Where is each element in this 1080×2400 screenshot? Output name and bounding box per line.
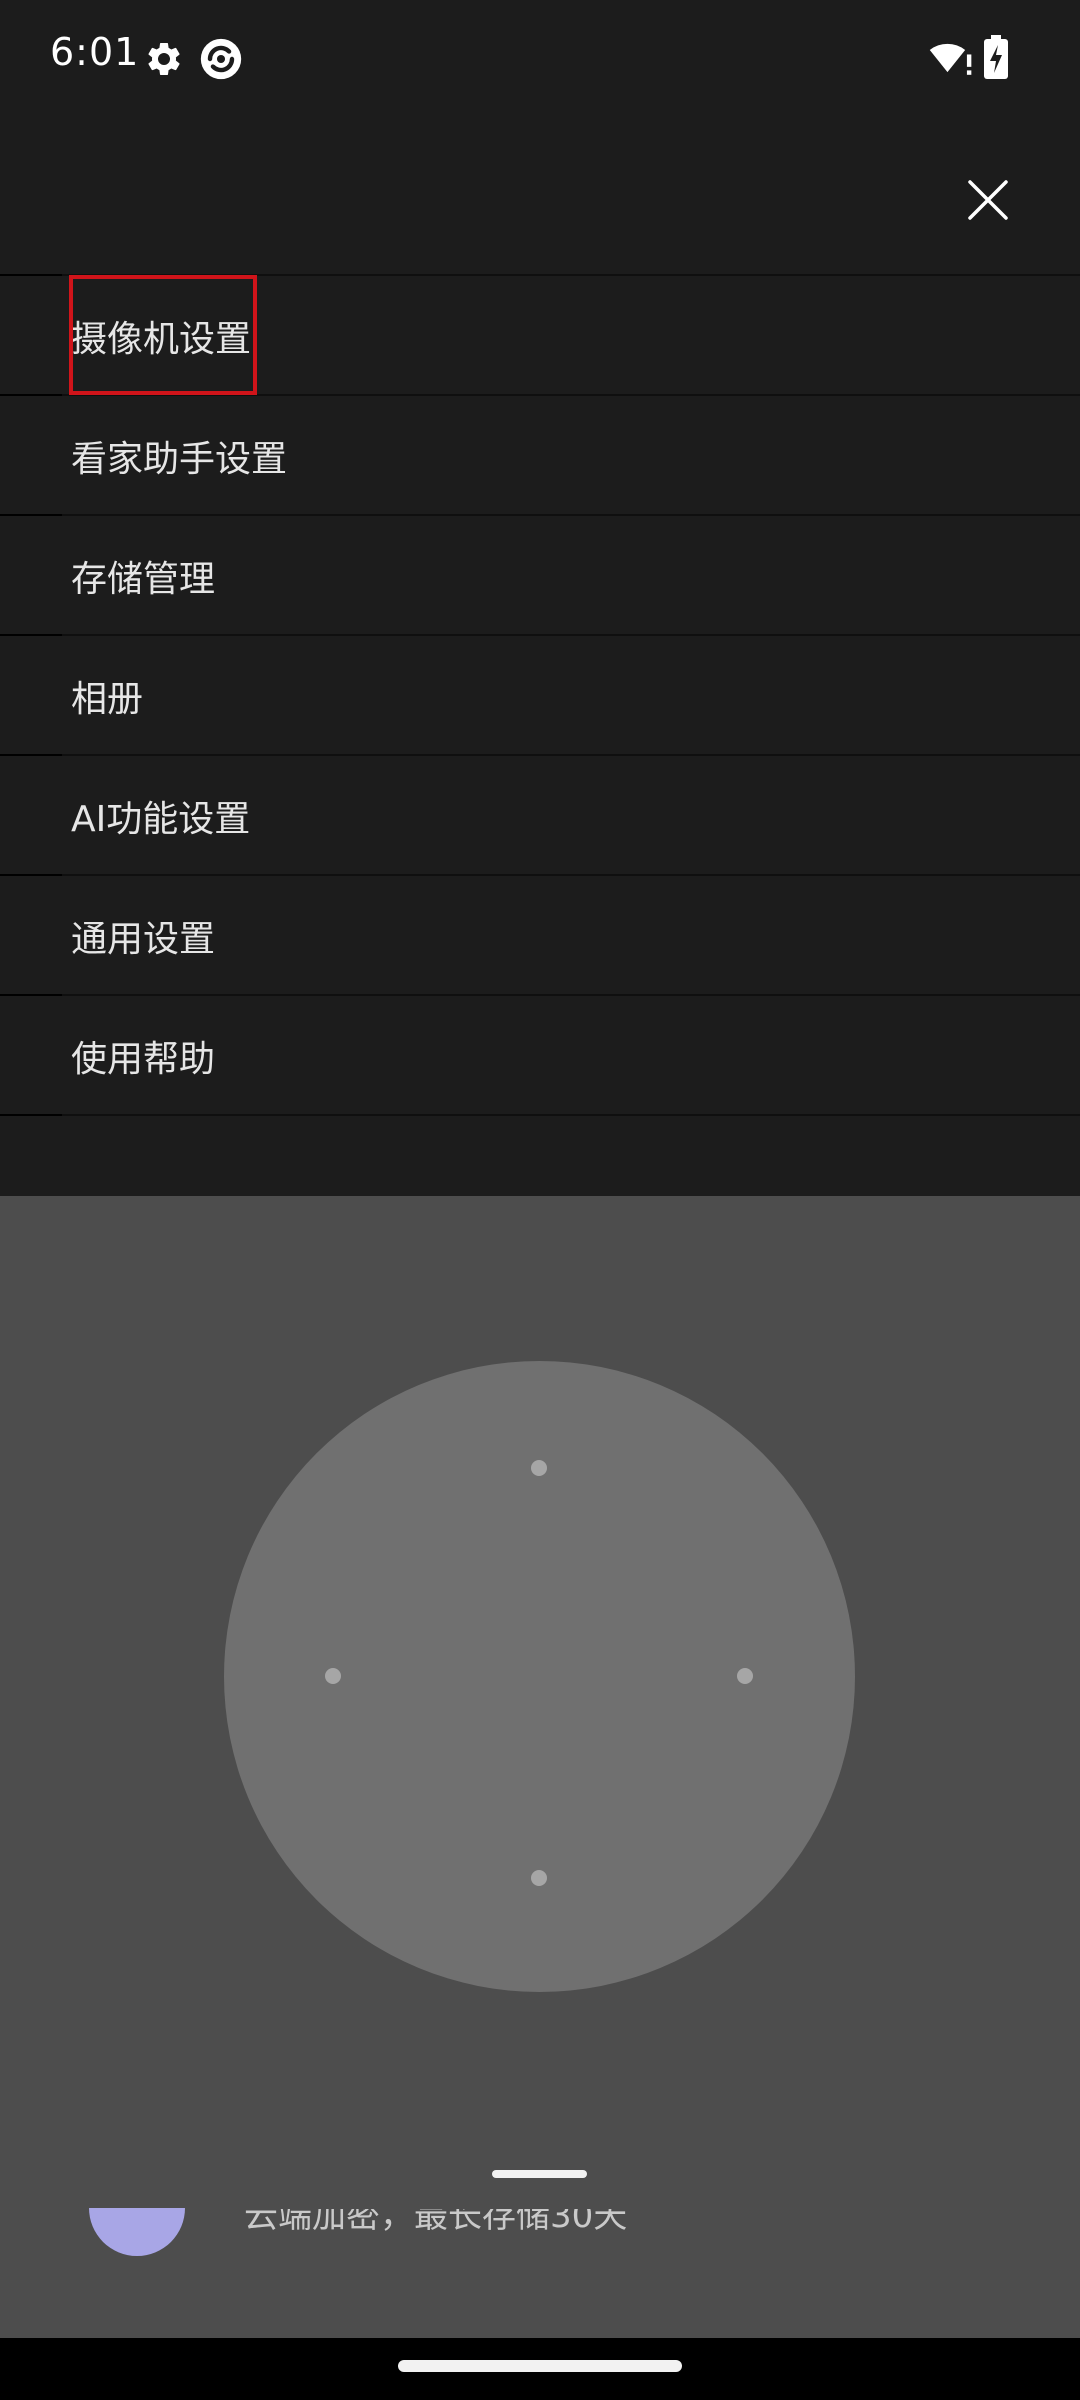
menu-item-ai-settings[interactable]: AI功能设置 [0,754,1080,874]
cloud-storage-label: 云端加密，最长存储30天 [244,2209,628,2236]
divider [0,994,62,996]
settings-menu: 摄像机设置 看家助手设置 存储管理 相册 AI功能设置 通用设置 使用帮助 [0,120,1080,1196]
menu-item-label: 通用设置 [71,919,216,960]
ptz-joystick[interactable] [224,1361,855,1992]
menu-item-label: 使用帮助 [71,1039,216,1080]
menu-item-storage-management[interactable]: 存储管理 [0,514,1080,634]
menu-item-label: 摄像机设置 [71,319,252,360]
menu-item-album[interactable]: 相册 [0,634,1080,754]
divider [0,514,62,516]
menu-list: 摄像机设置 看家助手设置 存储管理 相册 AI功能设置 通用设置 使用帮助 [0,274,1080,1116]
status-time: 6:01 [50,30,140,74]
menu-item-label: 相册 [71,679,144,720]
divider [0,1114,1080,1116]
sheet-drag-handle[interactable] [492,2170,587,2178]
menu-item-label: 存储管理 [71,559,216,600]
joystick-down-dot[interactable] [531,1870,547,1886]
menu-item-camera-settings[interactable]: 摄像机设置 [0,274,1080,394]
divider [0,274,62,276]
home-gesture-pill[interactable] [398,2360,682,2372]
divider [0,394,62,396]
divider [0,634,62,636]
joystick-right-dot[interactable] [737,1668,753,1684]
menu-item-help[interactable]: 使用帮助 [0,994,1080,1114]
battery-charging-icon [984,35,1008,79]
navigation-bar [0,2338,1080,2400]
divider [0,1114,62,1116]
cloud-service-icon [89,2208,185,2256]
divider [0,874,62,876]
gear-icon [148,42,180,75]
menu-item-general-settings[interactable]: 通用设置 [0,874,1080,994]
joystick-left-dot[interactable] [325,1668,341,1684]
close-icon[interactable] [958,170,1018,230]
wifi-alert-icon [929,43,972,75]
divider [0,754,62,756]
menu-item-label: 看家助手设置 [71,439,288,480]
status-bar: 6:01 [0,0,1080,120]
menu-item-home-guard-settings[interactable]: 看家助手设置 [0,394,1080,514]
cloud-storage-text: 云端加密，最长存储30天 [244,2209,627,2243]
app-sync-icon [200,38,242,80]
screen: 6:01 摄像机设置 看家助手设置 存储管理 相册 AI功能设置 通用设置 使用… [0,0,1080,2400]
menu-item-label: AI功能设置 [71,799,251,840]
joystick-up-dot[interactable] [531,1460,547,1476]
